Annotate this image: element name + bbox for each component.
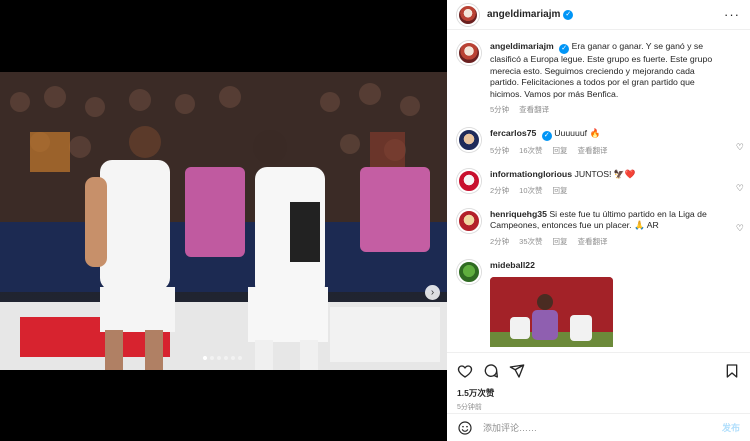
post-timestamp: 5分钟前 bbox=[457, 404, 482, 411]
comment-likes[interactable]: 10次赞 bbox=[519, 185, 542, 196]
post-actions: 1.5万次赞 5分钟前 bbox=[447, 352, 750, 412]
comment-list: angeldimariajm ✓ Era ganar o ganar. Y se… bbox=[447, 37, 750, 347]
comment-likes[interactable]: 16次赞 bbox=[519, 145, 542, 156]
see-translation-link[interactable]: 查看翻译 bbox=[578, 236, 608, 247]
verified-badge-icon: ✓ bbox=[563, 9, 574, 20]
verified-badge-icon: ✓ bbox=[559, 44, 570, 54]
see-translation-link[interactable]: 查看翻译 bbox=[519, 104, 549, 115]
post-detail-panel: angeldimariajm ✓ ··· angeldimariajm ✓ Er… bbox=[447, 0, 750, 441]
comment-text: Uuuuuuf bbox=[554, 128, 588, 138]
comment-username[interactable]: informationglorious bbox=[490, 169, 572, 179]
comment-time: 5分钟 bbox=[490, 146, 510, 155]
comment-item: henriquehg35 Si este fue tu último parti… bbox=[447, 205, 750, 247]
heart-icon[interactable]: ♡ bbox=[736, 142, 744, 153]
avatar[interactable] bbox=[457, 41, 481, 65]
heart-icon[interactable]: ♡ bbox=[736, 223, 744, 234]
reply-link[interactable]: 回复 bbox=[553, 236, 568, 247]
heart-icon[interactable] bbox=[457, 363, 473, 379]
more-horizontal-icon[interactable]: ··· bbox=[724, 7, 740, 22]
post-photo[interactable]: › bbox=[0, 72, 447, 370]
carousel-dot bbox=[217, 356, 221, 360]
carousel-dot bbox=[224, 356, 228, 360]
comment-input[interactable] bbox=[483, 422, 722, 433]
comment-time: 2分钟 bbox=[490, 236, 510, 246]
avatar[interactable] bbox=[457, 128, 481, 152]
next-image-button[interactable]: › bbox=[425, 285, 440, 300]
comment-time: 2分钟 bbox=[490, 185, 510, 195]
avatar[interactable] bbox=[457, 208, 481, 233]
comment-item: mideball22 bbox=[447, 256, 750, 347]
comment-media-thumbnail[interactable] bbox=[490, 277, 613, 347]
chevron-right-icon: › bbox=[430, 287, 435, 298]
comment-username[interactable]: fercarlos75 bbox=[490, 128, 536, 138]
verified-badge-icon: ✓ bbox=[541, 131, 552, 141]
reply-link[interactable]: 回复 bbox=[553, 185, 568, 196]
match-celebration-image bbox=[0, 72, 447, 370]
comment-composer: 发布 bbox=[447, 413, 750, 441]
post-comment-button[interactable]: 发布 bbox=[722, 421, 740, 434]
avatar[interactable] bbox=[457, 259, 481, 284]
avatar[interactable] bbox=[457, 169, 481, 193]
comment-item: fercarlos75 ✓ Uuuuuuf 🔥 5分钟 16次赞 回复 查看翻译… bbox=[447, 124, 750, 156]
caption-time: 5分钟 bbox=[490, 105, 510, 114]
comment-icon[interactable] bbox=[483, 363, 499, 379]
post-media: › bbox=[0, 0, 447, 441]
comment-text: JUNTOS! bbox=[574, 169, 612, 179]
carousel-dot bbox=[210, 356, 214, 360]
comment-emoji: 🔥 bbox=[589, 128, 601, 138]
heart-icon[interactable]: ♡ bbox=[736, 183, 744, 194]
comment-username[interactable]: henriquehg35 bbox=[490, 209, 547, 219]
carousel-dot bbox=[203, 356, 207, 360]
comment-item: informationglorious JUNTOS! 🦅❤️ 2分钟 10次赞… bbox=[447, 165, 750, 196]
comment-likes[interactable]: 35次赞 bbox=[519, 236, 542, 247]
emoji-icon[interactable] bbox=[457, 420, 473, 436]
share-icon[interactable] bbox=[509, 363, 525, 379]
carousel-dot bbox=[238, 356, 242, 360]
comment-username[interactable]: mideball22 bbox=[490, 260, 535, 270]
post-header: angeldimariajm ✓ ··· bbox=[447, 0, 750, 30]
caption-username[interactable]: angeldimariajm bbox=[490, 41, 554, 51]
see-translation-link[interactable]: 查看翻译 bbox=[578, 145, 608, 156]
author-username[interactable]: angeldimariajm bbox=[487, 9, 560, 20]
bookmark-icon[interactable] bbox=[724, 363, 740, 379]
comment-emoji: 🦅❤️ bbox=[613, 169, 636, 179]
comment-emoji: 🙏 AR bbox=[633, 220, 659, 230]
comment-media-image bbox=[490, 277, 613, 347]
reply-link[interactable]: 回复 bbox=[553, 145, 568, 156]
avatar[interactable] bbox=[457, 3, 479, 26]
post-caption: angeldimariajm ✓ Era ganar o ganar. Y se… bbox=[447, 37, 750, 115]
carousel-dot bbox=[231, 356, 235, 360]
like-count[interactable]: 1.5万次赞 bbox=[457, 387, 740, 399]
carousel-dots bbox=[203, 356, 242, 360]
